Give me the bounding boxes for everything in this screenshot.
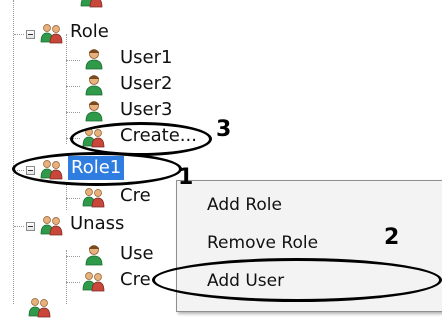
tree-item-role[interactable]: Role [70,20,109,44]
tree-item-user1[interactable]: User1 [120,46,172,70]
tree-connector [66,198,80,199]
tree-connector [14,34,24,35]
role-group-icon [40,214,64,236]
tree-item-user-partial[interactable]: Use [120,242,154,266]
tree-connector [66,112,80,113]
annotation-number-3: 3 [216,117,232,142]
annotation-number-1: 1 [178,165,194,190]
tree-connector [13,0,14,304]
tree-connector [14,226,24,227]
tree-item-unassigned[interactable]: Unass [70,212,124,236]
highlight-ellipse-create [70,122,212,156]
tree-item-create-partial[interactable]: Cre [120,184,151,208]
collapse-toggle[interactable] [26,222,35,231]
highlight-ellipse-role1 [12,152,182,186]
tree-item-user3[interactable]: User3 [120,98,172,122]
user-icon [82,48,106,70]
collapse-toggle[interactable] [26,30,35,39]
role-group-icon [80,0,104,8]
role-group-icon [40,22,64,44]
highlight-ellipse-add-user [152,258,442,302]
tree-connector [66,250,67,304]
create-user-icon [82,270,106,292]
user-icon [82,244,106,266]
user-icon [82,74,106,96]
annotation-number-2: 2 [384,225,400,250]
menu-item-add-role[interactable]: Add Role [177,187,442,223]
tree-connector [66,86,80,87]
role-group-icon [28,296,52,318]
tree-connector [66,34,67,144]
tree-connector [66,256,80,257]
tree-item-create-partial-2[interactable]: Cre [120,268,151,292]
user-icon [82,100,106,122]
create-user-icon [82,186,106,208]
menu-item-remove-role[interactable]: Remove Role [177,225,442,261]
tree-connector [66,60,80,61]
tree-connector [66,184,67,210]
tree-item-user2[interactable]: User2 [120,72,172,96]
tree-connector [66,282,80,283]
